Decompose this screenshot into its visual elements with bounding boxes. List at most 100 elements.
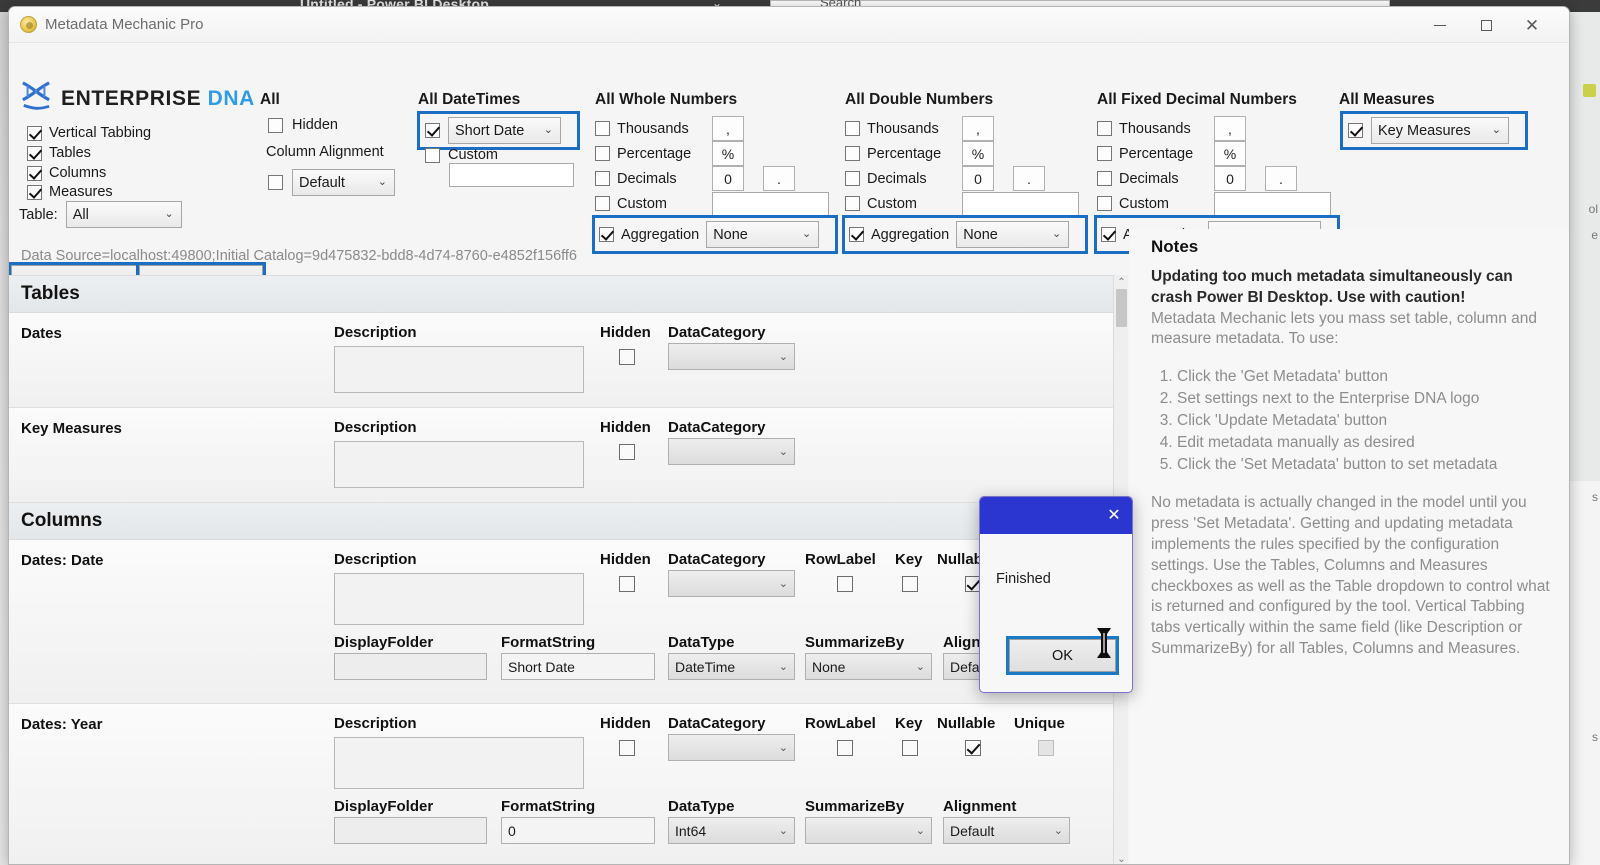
checkbox-datetime-format[interactable]: [425, 123, 440, 138]
input-decimals-symbol[interactable]: .: [763, 166, 795, 191]
description-input[interactable]: [334, 346, 584, 393]
datacategory-dropdown[interactable]: ⌄: [668, 343, 795, 370]
input-custom-format[interactable]: [962, 191, 1079, 216]
checkbox-percentage[interactable]: [595, 146, 610, 161]
chevron-up-icon[interactable]: ⌃: [1114, 275, 1129, 289]
checkbox-vertical-tabbing[interactable]: Vertical Tabbing: [27, 125, 151, 141]
input-percentage-symbol[interactable]: %: [962, 141, 994, 166]
summarizeby-dropdown[interactable]: ⌄: [805, 817, 932, 844]
datatype-dropdown[interactable]: Int64 ⌄: [668, 817, 795, 844]
minimize-icon[interactable]: [1417, 7, 1463, 43]
chevron-down-icon: ⌄: [778, 661, 788, 673]
checkbox-decimals[interactable]: [845, 171, 860, 186]
rowlabel-checkbox[interactable]: [837, 740, 853, 756]
checkbox-thousands[interactable]: [845, 121, 860, 136]
datetime-custom-input[interactable]: [449, 163, 574, 187]
checkbox-box[interactable]: [27, 145, 42, 161]
row-percentage: Percentage %: [595, 141, 835, 166]
hidden-checkbox[interactable]: [619, 576, 635, 592]
input-custom-format[interactable]: [1214, 191, 1331, 216]
checkbox-aggregation[interactable]: [1101, 227, 1116, 242]
group-title-measures: All Measures: [1339, 91, 1435, 108]
hidden-checkbox[interactable]: [619, 349, 635, 365]
field-label-displayfolder: DisplayFolder: [334, 634, 434, 651]
dna-helix-icon: [22, 81, 50, 110]
checkbox-aggregation[interactable]: [599, 227, 614, 242]
hidden-checkbox[interactable]: [619, 444, 635, 460]
nullable-checkbox[interactable]: [965, 740, 981, 756]
input-custom-format[interactable]: [712, 191, 829, 216]
datacategory-dropdown[interactable]: ⌄: [668, 438, 795, 465]
formatstring-input[interactable]: 0: [501, 817, 655, 844]
chevron-down-icon: ⌄: [778, 825, 788, 837]
hidden-checkbox[interactable]: [619, 740, 635, 756]
checkbox-box[interactable]: [425, 147, 440, 163]
datacategory-dropdown[interactable]: ⌄: [668, 570, 795, 597]
formatstring-input[interactable]: Short Date: [501, 653, 655, 680]
input-percentage-symbol[interactable]: %: [1214, 141, 1246, 166]
checkbox-decimals[interactable]: [1097, 171, 1112, 186]
maximize-icon[interactable]: [1463, 7, 1509, 43]
label-percentage: Percentage: [617, 145, 692, 162]
description-input[interactable]: [334, 441, 584, 488]
scrollbar-thumb[interactable]: [1116, 289, 1127, 327]
summarizeby-value: None: [812, 658, 846, 675]
group-title-fixed-decimal: All Fixed Decimal Numbers: [1097, 91, 1297, 108]
alignment-dropdown[interactable]: Default ⌄: [943, 817, 1070, 844]
checkbox-thousands[interactable]: [595, 121, 610, 136]
checkbox-percentage[interactable]: [1097, 146, 1112, 161]
checkbox-box[interactable]: [268, 117, 283, 133]
checkbox-percentage[interactable]: [845, 146, 860, 161]
input-decimals-symbol[interactable]: .: [1013, 166, 1045, 191]
displayfolder-input[interactable]: [334, 817, 487, 844]
checkbox-custom[interactable]: [1097, 196, 1112, 211]
checkbox-box[interactable]: [27, 125, 42, 141]
description-input[interactable]: [334, 737, 584, 789]
field-label-description: Description: [334, 324, 417, 341]
checkbox-custom[interactable]: [845, 196, 860, 211]
datetime-format-dropdown[interactable]: Short Date ⌄: [448, 117, 561, 144]
unique-checkbox[interactable]: [1038, 740, 1054, 756]
key-checkbox[interactable]: [902, 740, 918, 756]
checkbox-datetime-custom[interactable]: Custom: [425, 147, 498, 163]
notes-panel: Notes Updating too much metadata simulta…: [1129, 229, 1569, 864]
column-alignment-dropdown[interactable]: Default ⌄: [292, 169, 395, 196]
checkbox-decimals[interactable]: [595, 171, 610, 186]
datetime-format-row[interactable]: Short Date ⌄: [417, 111, 580, 150]
checkbox-box[interactable]: [27, 165, 42, 181]
checkbox-aggregation[interactable]: [849, 227, 864, 242]
input-thousands-symbol[interactable]: ,: [962, 116, 994, 141]
checkbox-columns[interactable]: Columns: [27, 165, 106, 181]
checkbox-column-alignment[interactable]: [268, 175, 283, 190]
close-icon[interactable]: ✕: [1102, 503, 1126, 527]
displayfolder-input[interactable]: [334, 653, 487, 680]
chevron-down-icon[interactable]: ⌄: [1114, 852, 1129, 865]
input-decimals-count[interactable]: 0: [962, 166, 994, 191]
key-checkbox[interactable]: [902, 576, 918, 592]
rowlabel-checkbox[interactable]: [837, 576, 853, 592]
datacategory-dropdown[interactable]: ⌄: [668, 734, 795, 761]
checkbox-thousands[interactable]: [1097, 121, 1112, 136]
aggregation-dropdown[interactable]: None ⌄: [956, 221, 1070, 248]
measures-dropdown[interactable]: Key Measures ⌄: [1371, 117, 1509, 144]
checkbox-measures-format[interactable]: [1348, 123, 1363, 138]
aggregation-dropdown[interactable]: None ⌄: [706, 221, 820, 248]
input-decimals-symbol[interactable]: .: [1265, 166, 1297, 191]
checkbox-custom[interactable]: [595, 196, 610, 211]
table-filter-dropdown[interactable]: All ⌄: [65, 201, 182, 228]
background-text-fragment: e: [1591, 228, 1598, 242]
checkbox-box[interactable]: [27, 184, 42, 200]
input-decimals-count[interactable]: 0: [712, 166, 744, 191]
description-input[interactable]: [334, 573, 584, 625]
input-percentage-symbol[interactable]: %: [712, 141, 744, 166]
close-icon[interactable]: ✕: [1509, 7, 1555, 43]
summarizeby-dropdown[interactable]: None ⌄: [805, 653, 932, 680]
field-label-displayfolder: DisplayFolder: [334, 798, 434, 815]
input-thousands-symbol[interactable]: ,: [1214, 116, 1246, 141]
input-decimals-count[interactable]: 0: [1214, 166, 1246, 191]
datatype-dropdown[interactable]: DateTime ⌄: [668, 653, 795, 680]
checkbox-measures[interactable]: Measures: [27, 184, 113, 200]
checkbox-all-hidden[interactable]: Hidden: [268, 117, 338, 133]
input-thousands-symbol[interactable]: ,: [712, 116, 744, 141]
checkbox-tables[interactable]: Tables: [27, 145, 91, 161]
